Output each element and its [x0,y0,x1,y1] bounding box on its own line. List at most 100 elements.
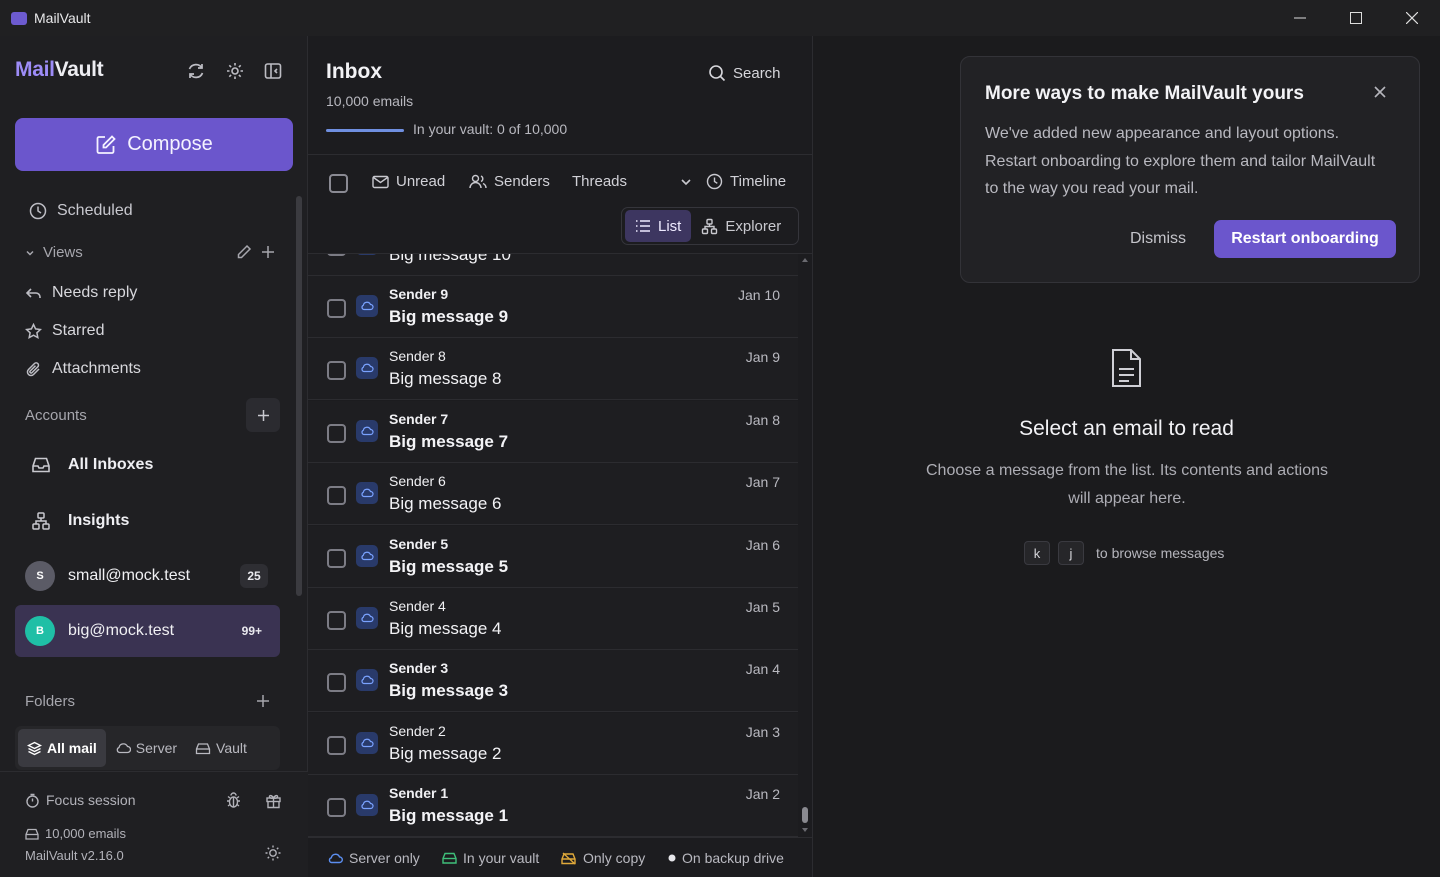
restart-onboarding-button[interactable]: Restart onboarding [1214,220,1396,258]
message-row[interactable]: Sender 2 Big message 2 Jan 3 [308,712,798,775]
reading-pane: More ways to make MailVault yours We've … [813,36,1440,877]
views-header[interactable]: Views [25,244,83,261]
message-sender: Sender 3 [389,660,449,677]
message-row[interactable]: Sender 4 Big message 4 Jan 5 [308,588,798,650]
add-view-icon[interactable] [257,241,279,263]
cloud-icon [356,482,378,505]
accounts-header: Accounts [25,407,87,424]
segment-all-mail[interactable]: All mail [18,729,106,767]
inbox-icon [32,457,50,473]
layers-icon [27,741,42,755]
refresh-icon[interactable] [185,60,207,82]
maximize-button[interactable] [1328,0,1384,36]
filter-senders[interactable]: Senders [469,173,550,190]
message-sender: Sender 2 [389,722,446,739]
search-label: Search [733,64,781,82]
promo-body: We've added new appearance and layout op… [985,125,1376,197]
close-icon[interactable] [1374,86,1386,98]
segment-server[interactable]: Server [106,729,186,767]
list-toolbar: Unread Senders Threads Timeline List Exp… [308,154,813,254]
filter-unread[interactable]: Unread [372,173,445,190]
cloud-icon [356,794,378,817]
all-inboxes[interactable]: All Inboxes [31,456,153,474]
view-attachments[interactable]: Attachments [25,360,141,378]
message-subject: Big message 8 [389,369,502,389]
message-row[interactable]: Sender 1 Big message 1 Jan 2 [308,775,798,837]
row-checkbox[interactable] [327,254,346,256]
sidebar: MailVault Compose Scheduled Views Needs … [0,36,308,877]
row-checkbox[interactable] [327,735,346,755]
unread-badge: 25 [240,564,268,588]
row-checkbox[interactable] [327,361,346,381]
chevron-down-icon [681,178,691,185]
account-big[interactable]: B big@mock.test 99+ [15,605,280,657]
threads-dropdown[interactable]: Threads [572,173,692,190]
bug-icon[interactable] [222,789,244,811]
app-version: MailVault v2.16.0 [25,848,124,863]
sidebar-scrollbar[interactable] [296,196,302,596]
explorer-view-button[interactable]: Explorer [691,210,791,242]
message-rows: Big message 10 Sender 9 Big message 9 Jan … [308,254,798,837]
theme-sun-icon[interactable] [262,842,284,864]
cloud-icon [356,254,378,255]
search-button[interactable]: Search [708,64,781,82]
insights[interactable]: Insights [31,511,129,531]
message-row[interactable]: Big message 10 [308,254,798,276]
segment-label: All mail [47,740,97,756]
row-checkbox[interactable] [327,423,346,443]
minimize-button[interactable] [1272,0,1328,36]
account-small[interactable]: S small@mock.test 25 [15,550,280,602]
insights-icon [32,512,50,530]
message-row[interactable]: Sender 6 Big message 6 Jan 7 [308,463,798,526]
row-checkbox[interactable] [327,299,346,318]
gift-icon[interactable] [262,789,284,811]
message-row[interactable]: Sender 8 Big message 8 Jan 9 [308,338,798,401]
view-needs-reply[interactable]: Needs reply [25,284,137,302]
gear-icon[interactable] [224,60,246,82]
empty-state-title: Select an email to read [1019,417,1234,440]
nav-scheduled[interactable]: Scheduled [29,202,133,220]
message-subject: Big message 4 [389,619,502,638]
row-checkbox[interactable] [327,611,346,630]
cloud-icon [356,731,378,754]
row-checkbox[interactable] [327,548,346,568]
timeline-button[interactable]: Timeline [706,173,786,190]
message-row[interactable]: Sender 3 Big message 3 Jan 4 [308,650,798,713]
row-checkbox[interactable] [327,798,346,818]
vault-status: In your vault: 0 of 10,000 [413,121,568,137]
edit-views-icon[interactable] [233,241,255,263]
legend-label: Server only [349,850,420,866]
compose-label: Compose [127,133,213,155]
folder-filter-segment: All mail Server Vault [15,726,280,770]
list-view-button[interactable]: List [625,210,692,242]
view-starred[interactable]: Starred [25,322,104,340]
legend-label: In your vault [463,850,540,866]
message-sender: Sender 1 [389,785,449,802]
message-row[interactable]: Sender 9 Big message 9 Jan 10 [308,276,798,338]
drive-icon [442,852,457,864]
close-window-button[interactable] [1384,0,1440,36]
message-subject: Big message 2 [389,743,502,763]
message-subject: Big message 6 [389,494,502,514]
segment-vault[interactable]: Vault [186,729,256,767]
focus-session[interactable]: Focus session [25,792,135,808]
message-list-pane: Inbox 10,000 emails In your vault: 0 of … [308,36,813,877]
collapse-sidebar-icon[interactable] [262,60,284,82]
filter-senders-label: Senders [494,173,550,190]
filter-unread-label: Unread [396,173,446,190]
brand-logo: MailVault [15,58,104,81]
insights-label: Insights [68,512,130,529]
select-all-checkbox[interactable] [329,174,348,193]
row-checkbox[interactable] [327,486,346,506]
title-bar: MailVault [0,0,1440,36]
message-date: Jan 5 [745,599,780,615]
message-row[interactable]: Sender 5 Big message 5 Jan 6 [308,525,798,588]
row-checkbox[interactable] [327,673,346,693]
add-folder-icon[interactable] [252,690,274,712]
add-account-button[interactable] [246,398,280,432]
message-row[interactable]: Sender 7 Big message 7 Jan 8 [308,400,798,463]
account-email: big@mock.test [68,622,175,639]
dismiss-button[interactable]: Dismiss [1130,230,1186,248]
list-scrollbar[interactable] [800,254,810,837]
compose-button[interactable]: Compose [15,118,293,171]
